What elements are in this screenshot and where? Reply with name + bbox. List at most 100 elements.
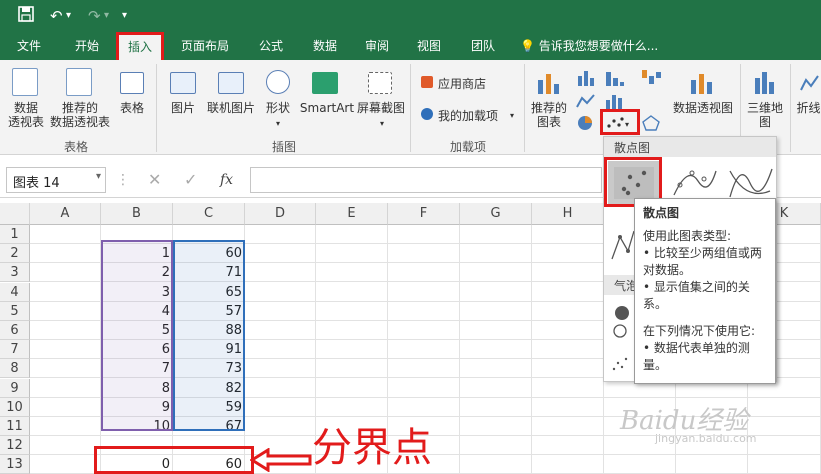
- row-header-8[interactable]: 8: [0, 359, 30, 378]
- tooltip-line: 对数据。: [643, 263, 692, 277]
- row-header-5[interactable]: 5: [0, 302, 30, 321]
- tab-review[interactable]: 审阅: [358, 32, 396, 60]
- online-picture-icon: [218, 72, 244, 94]
- tab-home[interactable]: 开始: [66, 32, 108, 60]
- column-header-b[interactable]: B: [101, 203, 173, 225]
- my-addins-dropdown-icon[interactable]: ▾: [506, 109, 518, 123]
- ribbon-separator: [156, 64, 157, 152]
- bubble-option[interactable]: [608, 301, 636, 341]
- tooltip-title: 散点图: [643, 206, 680, 220]
- callout-label: 分界点: [312, 425, 432, 471]
- shapes-dropdown-icon[interactable]: ▾: [270, 117, 286, 131]
- waterfall-chart-icon[interactable]: [640, 68, 664, 86]
- undo-icon[interactable]: ↶: [50, 6, 63, 26]
- screenshot-icon: [368, 72, 392, 94]
- smartart-icon: [312, 72, 338, 94]
- shapes-button[interactable]: 形状: [262, 101, 294, 115]
- illustrations-group-label: 插图: [272, 140, 297, 154]
- pivot-chart-button[interactable]: 数据透视图: [668, 101, 738, 115]
- ribbon-separator: [790, 64, 791, 152]
- tooltip-spacer: [643, 313, 767, 323]
- row-header-12[interactable]: 12: [0, 436, 30, 455]
- recommended-pivot-button[interactable]: 推荐的 数据透视表: [46, 101, 114, 129]
- pivot-table-button[interactable]: 数据 透视表: [4, 101, 48, 129]
- scatter-button-highlight: [600, 109, 640, 135]
- row-header-7[interactable]: 7: [0, 340, 30, 359]
- insert-tab-highlight: [116, 32, 164, 63]
- scatter-straight-lines-option[interactable]: [608, 223, 636, 267]
- more-scatter-charts-option[interactable]: [608, 351, 636, 375]
- row-header-9[interactable]: 9: [0, 379, 30, 398]
- cancel-icon[interactable]: ✕: [148, 168, 161, 192]
- customize-quick-access-icon[interactable]: ▾: [122, 6, 127, 26]
- redo-icon[interactable]: ↷: [88, 6, 101, 26]
- selection-range-c: [173, 240, 245, 431]
- my-addins-icon: [421, 108, 433, 120]
- ribbon-separator: [524, 64, 525, 152]
- column-header-e[interactable]: E: [316, 203, 388, 225]
- online-picture-button[interactable]: 联机图片: [204, 101, 258, 115]
- save-icon[interactable]: [18, 6, 34, 27]
- row-header-13[interactable]: 13: [0, 455, 30, 474]
- pivot-table-icon: [12, 68, 38, 96]
- smartart-button[interactable]: SmartArt: [298, 101, 356, 115]
- recommended-pivot-icon: [66, 68, 92, 96]
- tooltip-line: 系。: [643, 297, 668, 311]
- tab-formulas[interactable]: 公式: [252, 32, 290, 60]
- row-header-2[interactable]: 2: [0, 244, 30, 263]
- tooltip-line: 使用此图表类型:: [643, 229, 732, 243]
- lightbulb-icon: 💡: [520, 39, 535, 53]
- hierarchy-chart-icon[interactable]: [604, 68, 626, 86]
- enter-icon[interactable]: ✓: [184, 168, 197, 192]
- tab-page-layout[interactable]: 页面布局: [174, 32, 236, 60]
- addins-group-label: 加载项: [450, 140, 487, 154]
- formula-input[interactable]: [250, 167, 602, 193]
- column-header-g[interactable]: G: [460, 203, 532, 225]
- insert-function-icon[interactable]: fx: [220, 168, 233, 192]
- name-box-dropdown-icon[interactable]: ▾: [96, 171, 101, 182]
- select-all-corner[interactable]: [0, 203, 30, 225]
- sparkline-line-icon: [800, 72, 820, 94]
- table-button[interactable]: 表格: [114, 101, 150, 115]
- store-button[interactable]: 应用商店: [438, 77, 494, 91]
- column-chart-icon[interactable]: [576, 68, 596, 86]
- undo-dropdown-icon[interactable]: ▾: [66, 6, 71, 26]
- column-header-f[interactable]: F: [388, 203, 460, 225]
- row-header-4[interactable]: 4: [0, 283, 30, 302]
- sparkline-line-button[interactable]: 折线: [796, 101, 821, 115]
- tooltip-line: 在下列情况下使用它:: [643, 324, 756, 338]
- row-header-6[interactable]: 6: [0, 321, 30, 340]
- 3d-map-button[interactable]: 三维地 图: [744, 101, 786, 129]
- column-header-c[interactable]: C: [173, 203, 245, 225]
- table-icon: [120, 72, 144, 94]
- row-header-11[interactable]: 11: [0, 417, 30, 436]
- name-box[interactable]: 图表 14 ▾: [6, 167, 106, 193]
- tab-file[interactable]: 文件: [8, 32, 50, 60]
- pie-chart-icon[interactable]: [576, 114, 596, 132]
- screenshot-dropdown-icon[interactable]: ▾: [374, 117, 390, 131]
- tab-view[interactable]: 视图: [410, 32, 448, 60]
- column-header-a[interactable]: A: [30, 203, 101, 225]
- row-header-1[interactable]: 1: [0, 225, 30, 244]
- radar-chart-icon[interactable]: [640, 114, 662, 132]
- row-header-3[interactable]: 3: [0, 263, 30, 282]
- column-header-d[interactable]: D: [245, 203, 316, 225]
- line-chart-icon[interactable]: [576, 92, 596, 110]
- screenshot-button[interactable]: 屏幕截图: [356, 101, 406, 115]
- tab-team[interactable]: 团队: [464, 32, 502, 60]
- my-addins-button[interactable]: 我的加载项: [438, 109, 504, 123]
- shapes-icon: [266, 70, 290, 94]
- tooltip-line: • 显示值集之间的关: [643, 280, 750, 294]
- tell-me-search[interactable]: 💡 告诉我您想要做什么...: [520, 32, 670, 60]
- row-header-10[interactable]: 10: [0, 398, 30, 417]
- recommended-charts-button[interactable]: 推荐的 图表: [526, 101, 572, 129]
- tables-group-label: 表格: [64, 140, 89, 154]
- 3d-map-icon: [752, 70, 778, 96]
- picture-icon: [170, 72, 196, 94]
- column-header-h[interactable]: H: [532, 203, 604, 225]
- tab-data[interactable]: 数据: [306, 32, 344, 60]
- selection-range-b: [101, 240, 173, 431]
- redo-dropdown-icon[interactable]: ▾: [104, 6, 109, 26]
- statistic-chart-icon[interactable]: [604, 92, 626, 110]
- picture-button[interactable]: 图片: [166, 101, 200, 115]
